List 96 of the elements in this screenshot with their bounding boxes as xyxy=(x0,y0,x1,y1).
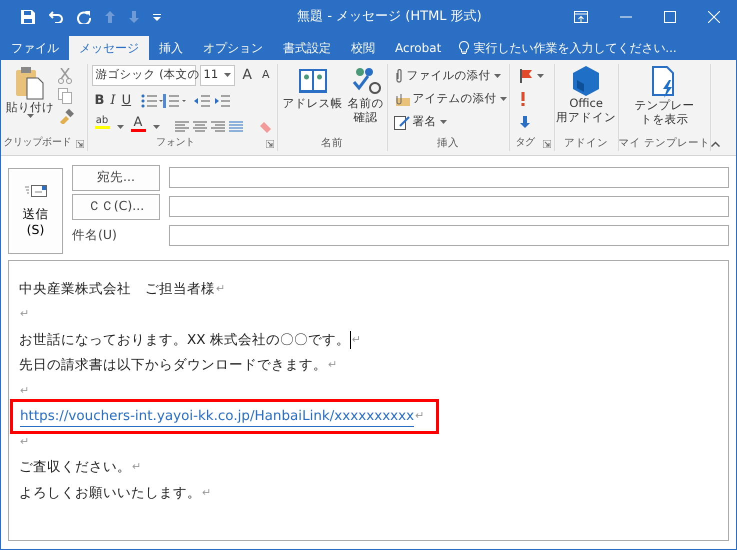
group-label: 名前 xyxy=(321,137,343,149)
paragraph-mark: ↵ xyxy=(20,306,30,322)
dialog-launcher-icon[interactable] xyxy=(266,140,274,148)
group-label: 挿入 xyxy=(437,137,459,149)
message-body[interactable]: 中央産業株式会社 ご担当者様↵ ↵ お世話になっております。XX 株式会社の〇〇です。↵ 先日の請求書は以下からダウンロードできます。↵ ↵ https://vouchers-int.yayoi-kk.co.jp/HanbaiLink/xxxxxxxxxx↵ ↵ ご査収ください。↵ よろしくお願いいたします。↵ xyxy=(8,260,729,541)
exclamation-icon xyxy=(520,92,526,106)
body-text: よろしくお願いいたします。 xyxy=(19,484,201,503)
clipboard-icon xyxy=(15,66,45,100)
recipient-button[interactable]: ＣＣ(C)... xyxy=(72,194,160,220)
numbering-icon[interactable] xyxy=(163,94,188,108)
send-button[interactable]: 送信 (S) xyxy=(8,168,63,254)
cut-icon[interactable] xyxy=(58,68,72,84)
justify-icon[interactable] xyxy=(228,121,242,133)
window-title: 無題 - メッセージ (HTML 形式) xyxy=(296,8,483,26)
envelope-icon xyxy=(24,184,46,198)
highlight-button[interactable]: ab xyxy=(92,116,112,135)
paste-button[interactable]: 貼り付け xyxy=(5,64,55,135)
close-icon[interactable] xyxy=(708,11,720,23)
paragraph-mark: ↵ xyxy=(202,484,212,500)
recipient-button[interactable]: 宛先... xyxy=(72,164,160,190)
view-templates-button[interactable]: テンプレー トを表示 xyxy=(622,64,706,135)
maximize-icon[interactable] xyxy=(664,11,676,23)
ribbon-tab[interactable]: Acrobat xyxy=(385,36,452,60)
subject-label: 件名(U) xyxy=(72,226,118,244)
body-text: 中央産業株式会社 ご担当者様 xyxy=(19,280,215,299)
ribbon-tab[interactable]: 校閲 xyxy=(341,36,385,60)
shrink-font-button[interactable]: A xyxy=(258,64,272,86)
link[interactable]: https://vouchers-int.yayoi-kk.co.jp/HanbaiLink/xxxxxxxxxx xyxy=(20,406,414,427)
decrease-indent-icon[interactable] xyxy=(194,95,210,107)
paragraph-mark: ↵ xyxy=(20,382,30,398)
dropdown-caret-icon[interactable] xyxy=(440,120,446,124)
people-check-icon xyxy=(350,66,380,96)
paragraph-mark: ↵ xyxy=(132,459,142,475)
undo-icon[interactable] xyxy=(49,11,63,23)
customize-icon[interactable] xyxy=(153,14,161,20)
paperclip-envelope-icon xyxy=(394,92,410,106)
signature-icon xyxy=(394,114,410,130)
collapse-ribbon-icon[interactable] xyxy=(711,141,720,147)
attach-file-button[interactable]: ファイルの添付 xyxy=(392,64,508,87)
paragraph-mark: ↵ xyxy=(328,357,338,373)
paragraph-mark: ↵ xyxy=(352,332,362,348)
group-label: フォント xyxy=(156,137,195,148)
group-label: アドイン xyxy=(564,137,608,149)
group-label: タグ xyxy=(515,137,535,148)
hexagon-cubes-icon xyxy=(572,66,600,96)
attach-item-button[interactable]: アイテムの添付 xyxy=(392,87,508,110)
paperclip-icon xyxy=(394,68,404,82)
grow-font-button[interactable]: A xyxy=(239,64,255,86)
body-text: お世話になっております。XX 株式会社の〇〇です。 xyxy=(19,330,350,350)
ribbon-tab[interactable]: オプション xyxy=(193,36,273,60)
font-size-field[interactable]: 11 xyxy=(200,64,236,86)
bullets-icon[interactable] xyxy=(141,94,164,108)
increase-indent-icon[interactable] xyxy=(214,95,230,107)
check-names-button[interactable]: 名前の 確認 xyxy=(346,64,384,135)
dialog-launcher-icon[interactable] xyxy=(542,140,551,148)
dropdown-caret-icon[interactable] xyxy=(152,125,160,129)
align-left-icon[interactable] xyxy=(174,121,188,133)
font-color-button[interactable]: A xyxy=(128,116,148,135)
align-center-icon[interactable] xyxy=(192,121,206,133)
underline-button[interactable]: U xyxy=(118,90,134,112)
group-label: マイ テンプレート xyxy=(618,137,710,149)
dropdown-caret-icon[interactable] xyxy=(224,73,232,77)
body-text: ご査収ください。 xyxy=(19,458,131,478)
group-label: クリップボード xyxy=(3,137,72,148)
dropdown-caret-icon[interactable] xyxy=(494,74,500,78)
subject-field[interactable] xyxy=(169,225,729,246)
ribbon-tab[interactable]: メッセージ xyxy=(69,36,149,60)
body-text: 先日の請求書は以下からダウンロードできます。 xyxy=(19,356,327,376)
paragraph-mark: ↵ xyxy=(415,408,424,424)
paragraph-mark: ↵ xyxy=(20,434,30,450)
dropdown-caret-icon[interactable] xyxy=(116,125,124,129)
signature-button[interactable]: 署名 xyxy=(392,110,508,133)
format-painter-icon[interactable] xyxy=(58,108,74,124)
office-add-ins-button[interactable]: Office 用アドイン xyxy=(558,64,614,135)
ribbon-display-icon[interactable] xyxy=(574,11,588,23)
address-book-button[interactable]: アドレス帳 xyxy=(282,64,344,135)
paragraph-mark: ↵ xyxy=(216,280,226,296)
redo-icon[interactable] xyxy=(77,10,91,24)
align-right-icon[interactable] xyxy=(210,121,224,133)
ribbon-tab[interactable]: ファイル xyxy=(1,36,69,60)
down-arrow-icon xyxy=(520,116,530,128)
ribbon-tab[interactable]: 挿入 xyxy=(149,36,193,60)
italic-button[interactable]: I xyxy=(107,90,119,112)
address-book-icon xyxy=(298,66,328,96)
dropdown-caret-icon[interactable] xyxy=(536,74,544,78)
dialog-launcher-icon[interactable] xyxy=(76,140,84,148)
bold-button[interactable]: B xyxy=(92,90,108,112)
dropdown-caret-icon[interactable] xyxy=(500,96,506,100)
recipient-field[interactable] xyxy=(169,167,729,188)
save-icon[interactable] xyxy=(21,10,35,24)
lightbulb-icon xyxy=(459,41,470,55)
dropdown-caret-icon[interactable] xyxy=(26,114,34,118)
tell-me-field[interactable]: 実行したい作業を入力してください... xyxy=(473,39,677,57)
ribbon-tab[interactable]: 書式設定 xyxy=(273,36,341,60)
recipient-field[interactable] xyxy=(169,196,729,217)
flag-icon xyxy=(520,68,534,82)
